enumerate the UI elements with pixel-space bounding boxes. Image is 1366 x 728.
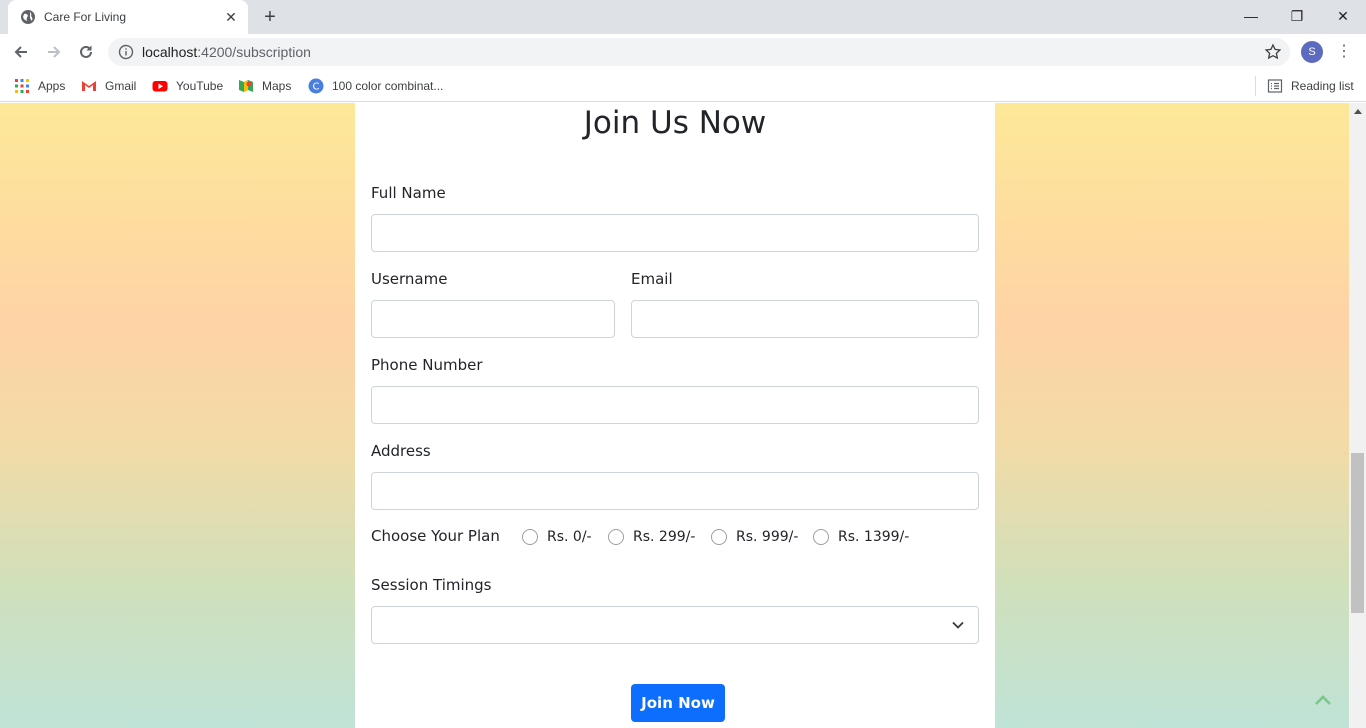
address-bar[interactable]: localhost:4200/subscription bbox=[108, 38, 1290, 66]
radio-button[interactable] bbox=[813, 529, 829, 545]
username-label: Username bbox=[371, 270, 448, 288]
bookmark-label: YouTube bbox=[176, 79, 224, 93]
site-c-icon: C bbox=[308, 78, 324, 94]
username-input[interactable] bbox=[371, 300, 615, 338]
phone-number-input[interactable] bbox=[371, 386, 979, 424]
browser-toolbar: localhost:4200/subscription S ⋮ bbox=[0, 34, 1366, 70]
plan-option-1399[interactable]: Rs. 1399/- bbox=[813, 529, 909, 545]
globe-icon bbox=[21, 10, 35, 24]
plan-option-299[interactable]: Rs. 299/- bbox=[608, 529, 695, 545]
email-input[interactable] bbox=[631, 300, 979, 338]
back-button[interactable] bbox=[8, 39, 34, 65]
apps-grid-icon bbox=[15, 79, 29, 93]
bookmark-youtube[interactable]: YouTube bbox=[152, 76, 223, 96]
address-input[interactable] bbox=[371, 472, 979, 510]
plan-label: Choose Your Plan bbox=[371, 527, 500, 545]
full-name-label: Full Name bbox=[371, 184, 446, 202]
profile-avatar[interactable]: S bbox=[1301, 41, 1323, 63]
browser-tab[interactable]: Care For Living ✕ bbox=[8, 0, 248, 34]
bookmark-gmail[interactable]: Gmail bbox=[81, 76, 136, 96]
scrollbar-thumb[interactable] bbox=[1351, 453, 1364, 613]
radio-button[interactable] bbox=[522, 529, 538, 545]
bookmark-maps[interactable]: Maps bbox=[238, 76, 291, 96]
new-tab-button[interactable]: + bbox=[258, 6, 282, 28]
radio-button[interactable] bbox=[608, 529, 624, 545]
scroll-up-arrow-icon[interactable] bbox=[1354, 109, 1362, 114]
reading-list-icon bbox=[1267, 79, 1283, 93]
bookmark-label: Maps bbox=[262, 79, 292, 93]
url-text: localhost:4200/subscription bbox=[142, 44, 311, 60]
info-icon[interactable] bbox=[118, 44, 134, 60]
reload-button[interactable] bbox=[73, 39, 99, 65]
plan-option-999[interactable]: Rs. 999/- bbox=[711, 529, 798, 545]
restore-button[interactable]: ❐ bbox=[1274, 0, 1320, 34]
arrow-left-icon bbox=[14, 46, 27, 58]
join-now-button[interactable]: Join Now bbox=[631, 684, 725, 722]
tab-strip: Care For Living ✕ + — ❐ ✕ bbox=[0, 0, 1366, 34]
page-viewport: Join Us Now Full Name Username Email Pho… bbox=[0, 103, 1349, 728]
close-window-button[interactable]: ✕ bbox=[1320, 0, 1366, 34]
bookmark-label: Apps bbox=[38, 79, 66, 93]
bookmarks-divider bbox=[1255, 76, 1256, 96]
bookmark-star-icon[interactable] bbox=[1264, 43, 1282, 61]
plan-option-label: Rs. 299/- bbox=[633, 529, 696, 545]
full-name-input[interactable] bbox=[371, 214, 979, 252]
bookmarks-bar: Apps Gmail YouTube Maps C 100 color comb… bbox=[0, 70, 1366, 102]
arrow-right-icon bbox=[48, 46, 61, 58]
chevron-down-icon bbox=[952, 621, 964, 629]
radio-button[interactable] bbox=[711, 529, 727, 545]
plan-radio-group: Choose Your Plan Rs. 0/- Rs. 299/- Rs. 9… bbox=[371, 527, 971, 549]
email-label: Email bbox=[631, 270, 673, 288]
reading-list-label: Reading list bbox=[1291, 79, 1354, 93]
reload-icon bbox=[80, 45, 92, 58]
bookmark-color-combinations[interactable]: C 100 color combinat... bbox=[308, 76, 443, 96]
session-timings-label: Session Timings bbox=[371, 576, 492, 594]
forward-button[interactable] bbox=[41, 39, 67, 65]
phone-number-label: Phone Number bbox=[371, 356, 483, 374]
reading-list-button[interactable]: Reading list bbox=[1267, 76, 1354, 96]
plan-option-label: Rs. 0/- bbox=[547, 529, 592, 545]
plan-option-label: Rs. 1399/- bbox=[838, 529, 910, 545]
page-scrollbar[interactable] bbox=[1349, 103, 1366, 728]
plan-option-label: Rs. 999/- bbox=[736, 529, 799, 545]
plan-option-0[interactable]: Rs. 0/- bbox=[522, 529, 592, 545]
subscription-form: Join Us Now Full Name Username Email Pho… bbox=[355, 103, 995, 728]
maps-icon bbox=[239, 80, 253, 92]
close-tab-icon[interactable]: ✕ bbox=[222, 8, 240, 26]
minimize-button[interactable]: — bbox=[1228, 0, 1274, 34]
bookmark-label: Gmail bbox=[105, 79, 137, 93]
bookmark-apps[interactable]: Apps bbox=[14, 76, 65, 96]
bookmark-label: 100 color combinat... bbox=[332, 79, 444, 93]
browser-menu-icon[interactable]: ⋮ bbox=[1334, 40, 1354, 64]
page-title: Join Us Now bbox=[583, 105, 767, 141]
tab-title: Care For Living bbox=[44, 10, 127, 24]
address-label: Address bbox=[371, 442, 431, 460]
gmail-icon bbox=[82, 81, 96, 91]
scroll-to-top-icon[interactable] bbox=[1313, 693, 1333, 707]
svg-text:C: C bbox=[313, 82, 320, 93]
session-timings-select[interactable] bbox=[371, 606, 979, 644]
youtube-icon bbox=[152, 81, 168, 92]
